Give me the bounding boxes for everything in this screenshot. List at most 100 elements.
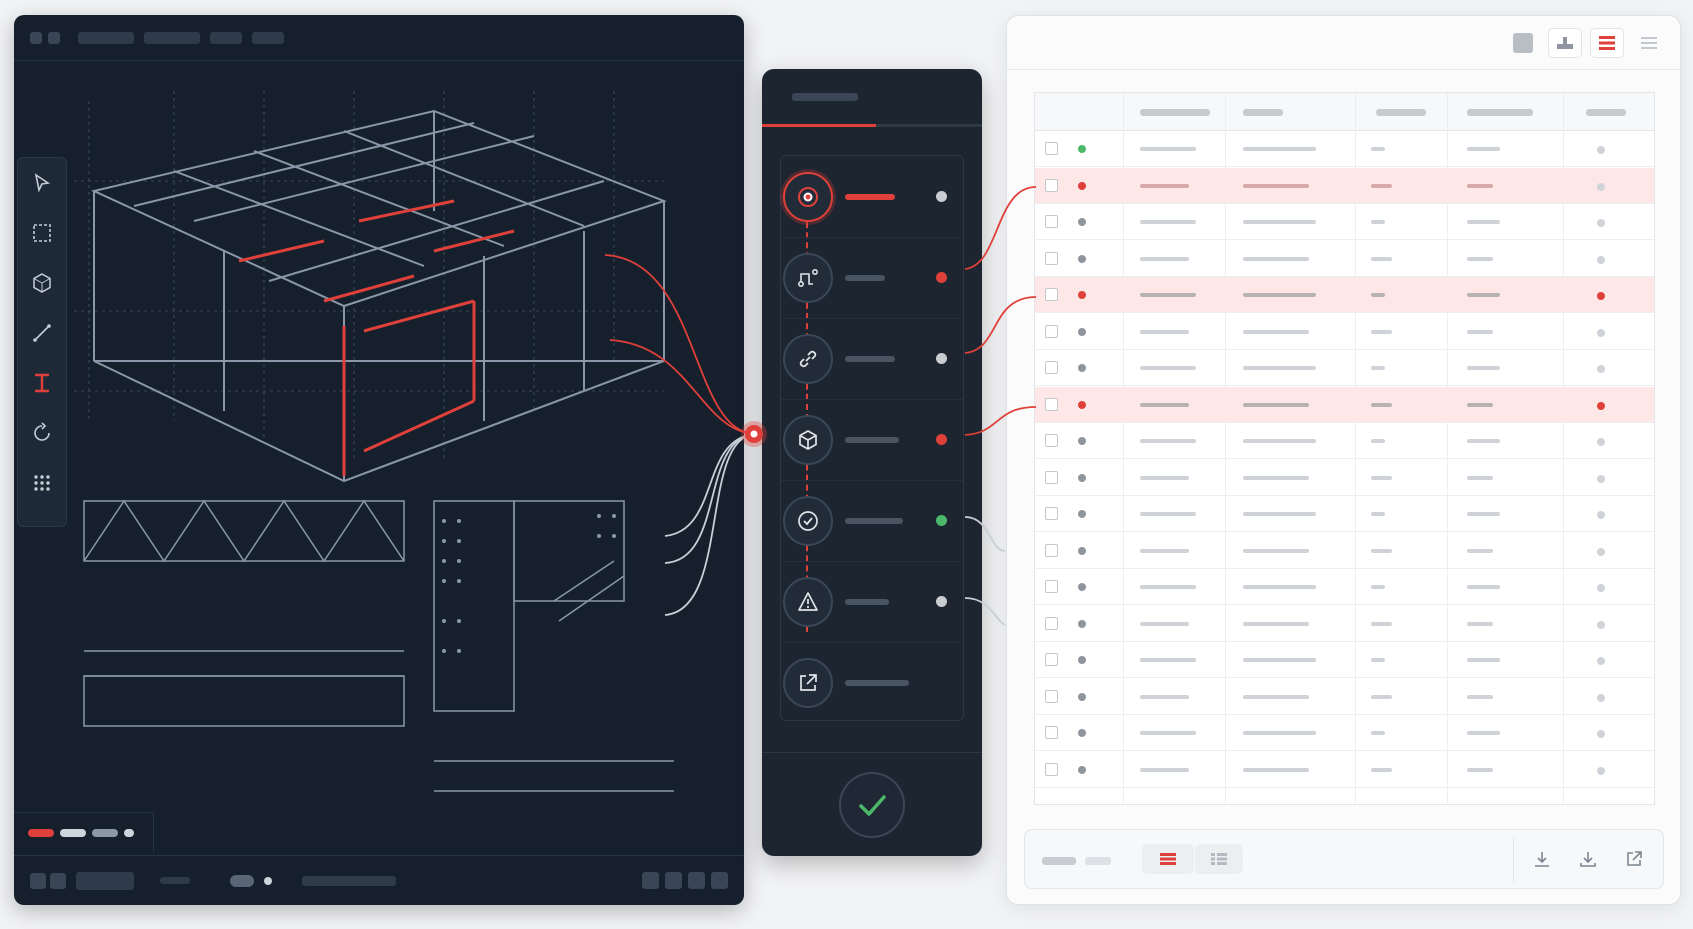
column-header[interactable] (1586, 109, 1626, 116)
warning-icon[interactable] (783, 576, 833, 627)
grid-points-icon[interactable] (27, 468, 57, 498)
column-header[interactable] (1467, 109, 1533, 116)
row-checkbox[interactable] (1045, 689, 1058, 703)
validation-step[interactable] (781, 156, 963, 238)
row-checkbox[interactable] (1045, 288, 1058, 301)
download-icon[interactable] (1525, 844, 1559, 874)
table-row[interactable] (1035, 642, 1654, 678)
align-bottom-icon[interactable] (1548, 28, 1582, 58)
table-cell (1140, 439, 1196, 443)
row-checkbox[interactable] (1045, 762, 1058, 776)
table-row[interactable] (1035, 569, 1654, 605)
table-row[interactable] (1035, 241, 1654, 277)
row-checkbox[interactable] (1045, 470, 1058, 484)
validation-step[interactable] (781, 399, 963, 481)
validation-step[interactable] (781, 561, 963, 643)
row-checkbox[interactable] (1045, 251, 1058, 265)
lines-icon[interactable] (1632, 28, 1666, 58)
row-flag-dot (1597, 474, 1605, 483)
measure-line-icon[interactable] (27, 318, 57, 348)
table-row[interactable] (1035, 460, 1654, 496)
row-checkbox[interactable] (1045, 434, 1058, 447)
column-header[interactable] (1140, 109, 1210, 116)
row-status-dot (1078, 400, 1086, 409)
view-mode-button[interactable] (665, 872, 682, 889)
row-checkbox[interactable] (1045, 616, 1058, 630)
check-circle-icon[interactable] (783, 495, 833, 546)
playback-control[interactable] (302, 875, 396, 886)
validation-step[interactable] (781, 642, 963, 724)
cube-icon[interactable] (783, 414, 833, 465)
list-view-toggle[interactable] (1142, 844, 1194, 874)
row-flag-dot (1597, 620, 1605, 629)
confirm-button[interactable] (839, 771, 905, 838)
row-checkbox[interactable] (1045, 361, 1058, 374)
column-header[interactable] (1243, 109, 1283, 116)
row-checkbox[interactable] (1045, 543, 1058, 557)
view-mode-button[interactable] (711, 872, 728, 889)
row-checkbox[interactable] (1045, 397, 1058, 411)
validation-step[interactable] (781, 318, 963, 400)
table-cell (1243, 183, 1309, 188)
menu-item[interactable] (252, 31, 284, 44)
table-row[interactable] (1035, 314, 1654, 350)
structural-drawing-canvas[interactable] (14, 61, 744, 851)
import-icon[interactable] (1571, 844, 1605, 874)
row-checkbox[interactable] (1045, 507, 1058, 520)
snap-toggle[interactable] (230, 874, 254, 887)
table-row[interactable] (1035, 277, 1654, 313)
table-row[interactable] (1035, 715, 1654, 751)
validation-step[interactable] (781, 237, 963, 319)
row-checkbox[interactable] (1045, 580, 1058, 593)
3d-model-icon[interactable] (27, 268, 57, 298)
table-row[interactable] (1035, 496, 1654, 532)
row-checkbox[interactable] (1045, 142, 1058, 155)
table-cell (1140, 183, 1189, 188)
table-row[interactable] (1035, 679, 1654, 715)
table-row[interactable] (1035, 606, 1654, 642)
table-cell (1371, 293, 1385, 297)
row-checkbox[interactable] (1045, 324, 1058, 338)
row-status-dot (1078, 656, 1086, 664)
menu-item[interactable] (78, 31, 134, 44)
table-row[interactable] (1035, 752, 1654, 788)
table-row[interactable] (1035, 533, 1654, 569)
table-row[interactable] (1035, 386, 1654, 423)
detail-view-toggle[interactable] (1195, 844, 1243, 874)
table-cell (1140, 694, 1189, 699)
external-link-icon[interactable] (1617, 844, 1651, 874)
i-beam-member-icon[interactable] (27, 368, 57, 398)
column-header[interactable] (1376, 109, 1426, 116)
table-cell (1243, 585, 1316, 589)
list-view-icon[interactable] (1590, 28, 1624, 58)
window-control[interactable] (30, 31, 42, 44)
table-cell (1140, 475, 1189, 480)
row-status-dot (1078, 437, 1086, 445)
export-icon[interactable] (783, 658, 833, 708)
status-toggle[interactable] (30, 872, 46, 889)
select-pointer-icon[interactable] (27, 168, 57, 198)
row-checkbox[interactable] (1045, 726, 1058, 739)
view-mode-button[interactable] (688, 872, 705, 889)
window-control[interactable] (48, 31, 60, 44)
table-row[interactable] (1035, 423, 1654, 459)
table-row[interactable] (1035, 350, 1654, 386)
path-route-icon[interactable] (783, 252, 833, 303)
status-toggle[interactable] (50, 872, 66, 889)
table-cell (1467, 183, 1493, 188)
table-row[interactable] (1035, 204, 1654, 240)
rotate-icon[interactable] (27, 418, 57, 448)
target-icon[interactable] (783, 171, 833, 222)
link-icon[interactable] (783, 333, 833, 384)
validation-step[interactable] (781, 480, 963, 562)
gray-square-icon[interactable] (1506, 28, 1540, 58)
menu-item[interactable] (210, 31, 242, 44)
row-checkbox[interactable] (1045, 653, 1058, 666)
marquee-select-icon[interactable] (27, 218, 57, 248)
table-row[interactable] (1035, 167, 1654, 204)
menu-item[interactable] (144, 31, 200, 44)
row-checkbox[interactable] (1045, 178, 1058, 192)
view-mode-button[interactable] (642, 872, 659, 889)
row-checkbox[interactable] (1045, 215, 1058, 228)
table-row[interactable] (1035, 131, 1654, 167)
